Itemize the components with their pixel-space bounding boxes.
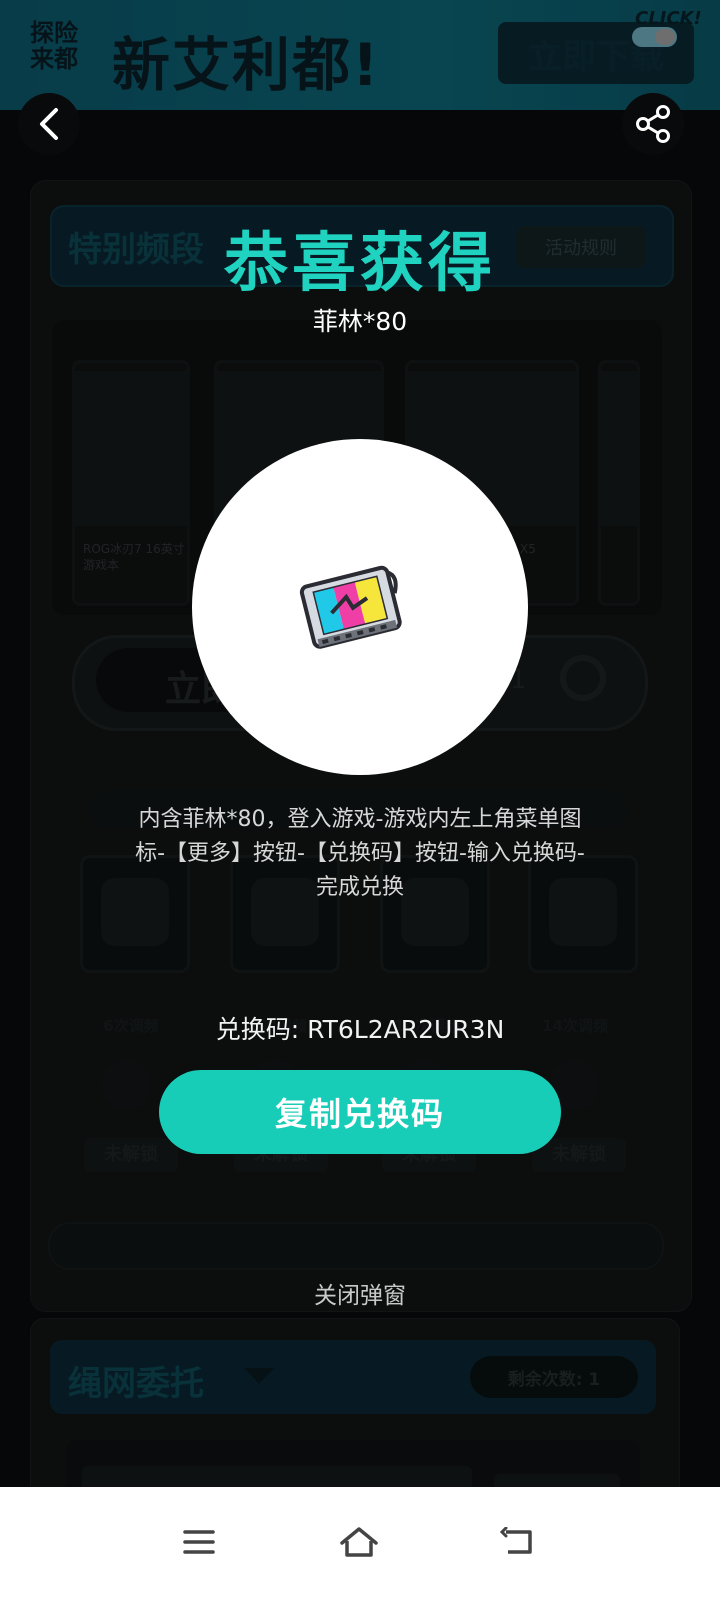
reward-name: 菲林*80 (312, 307, 408, 336)
close-modal-button[interactable]: 关闭弹窗 (0, 1276, 720, 1310)
film-reel-icon (299, 565, 402, 649)
menu-button[interactable] (174, 1520, 224, 1564)
back-arrow-icon (40, 108, 58, 140)
back-button[interactable] (18, 93, 80, 155)
home-button[interactable] (334, 1520, 384, 1564)
return-icon (500, 1527, 532, 1554)
share-button[interactable] (622, 93, 684, 155)
menu-icon (183, 1530, 215, 1554)
home-icon (340, 1527, 378, 1557)
back-nav-button[interactable] (494, 1520, 544, 1564)
copy-code-button[interactable]: 复制兑换码 (159, 1070, 561, 1154)
redeem-instructions: 内含菲林*80，登入游戏-游戏内左上角菜单图标-【更多】按钮-【兑换码】按钮-输… (135, 807, 585, 900)
share-icon (636, 105, 670, 143)
redeem-code: 兑换码: RT6L2AR2UR3N (215, 1015, 505, 1044)
modal-title: 恭喜获得 (224, 227, 496, 301)
